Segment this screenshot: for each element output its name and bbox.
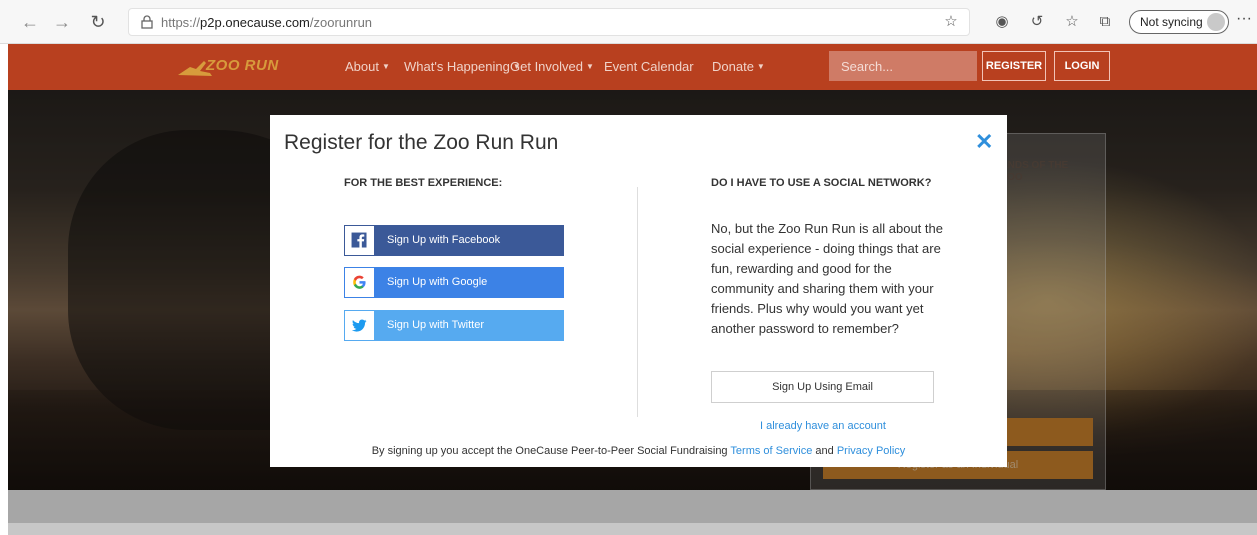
- google-icon: [344, 267, 375, 298]
- refresh-icon[interactable]: ↻: [86, 10, 110, 34]
- register-button[interactable]: REGISTER: [982, 51, 1046, 81]
- site-search-input[interactable]: Search...: [829, 51, 977, 81]
- nav-event-calendar[interactable]: Event Calendar: [604, 59, 694, 74]
- nav-get-involved[interactable]: Get Involved ▼: [510, 59, 594, 74]
- back-icon[interactable]: ←: [18, 10, 42, 34]
- close-icon[interactable]: ✕: [975, 131, 993, 153]
- more-menu-icon[interactable]: ···: [1236, 10, 1252, 28]
- url-text: https://p2p.onecause.com/zoorunrun: [161, 15, 373, 30]
- forward-icon[interactable]: →: [50, 10, 74, 34]
- social-explanation: No, but the Zoo Run Run is all about the…: [711, 221, 943, 336]
- site-logo[interactable]: ZOO RUN: [176, 54, 296, 80]
- extension-c-icon[interactable]: ↺: [1027, 12, 1047, 32]
- terms-of-service-link[interactable]: Terms of Service: [730, 445, 812, 457]
- extension-icon[interactable]: ◉: [992, 12, 1012, 32]
- lock-icon: [141, 15, 153, 29]
- twitter-icon: [344, 310, 375, 341]
- best-experience-heading: FOR THE BEST EXPERIENCE:: [344, 177, 503, 189]
- already-have-account-link[interactable]: I already have an account: [760, 420, 886, 432]
- terms-text: By signing up you accept the OneCause Pe…: [371, 445, 906, 457]
- favorite-add-icon[interactable]: ☆: [941, 12, 961, 32]
- address-bar[interactable]: https://p2p.onecause.com/zoorunrun ☆: [128, 8, 970, 36]
- nav-whats-happening[interactable]: What's Happening ▼: [404, 59, 521, 74]
- social-network-heading: DO I HAVE TO USE A SOCIAL NETWORK?: [711, 177, 932, 189]
- sync-button[interactable]: Not syncing: [1129, 10, 1229, 34]
- nav-donate[interactable]: Donate ▼: [712, 59, 765, 74]
- favorites-icon[interactable]: ☆: [1062, 12, 1082, 32]
- twitter-signup-button[interactable]: Sign Up with Twitter: [344, 310, 564, 341]
- footer-bar: [8, 523, 1257, 535]
- facebook-icon: [344, 225, 375, 256]
- privacy-policy-link[interactable]: Privacy Policy: [837, 445, 905, 457]
- avatar: [1207, 13, 1225, 31]
- login-button[interactable]: LOGIN: [1054, 51, 1110, 81]
- nav-about[interactable]: About ▼: [345, 59, 390, 74]
- register-modal: Register for the Zoo Run Run ✕ FOR THE B…: [270, 115, 1007, 467]
- google-signup-button[interactable]: Sign Up with Google: [344, 267, 564, 298]
- site-navbar: ZOO RUN About ▼ What's Happening ▼ Get Inv…: [8, 44, 1257, 90]
- facebook-signup-button[interactable]: Sign Up with Facebook: [344, 225, 564, 256]
- modal-title: Register for the Zoo Run Run: [284, 131, 559, 154]
- collections-icon[interactable]: ⧉: [1095, 12, 1115, 32]
- email-signup-button[interactable]: Sign Up Using Email: [711, 371, 934, 403]
- browser-toolbar: ← → ↻ https://p2p.onecause.com/zoorunrun…: [0, 0, 1257, 44]
- column-divider: [637, 187, 638, 417]
